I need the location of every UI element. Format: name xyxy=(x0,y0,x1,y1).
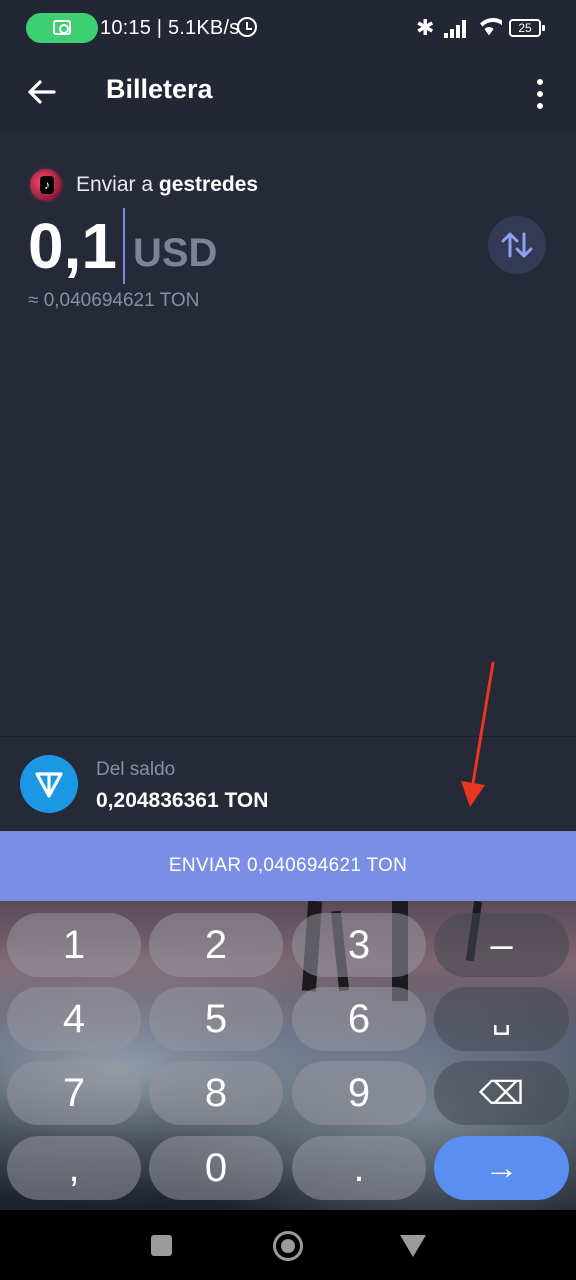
recipient-avatar: ♪ xyxy=(28,167,64,203)
battery-icon: 25 xyxy=(509,19,545,37)
numeric-keyboard: 1 2 3 – 4 5 6 ␣ 7 8 9 ⌫ , 0 . → xyxy=(0,901,576,1210)
recipient-row: ♪ Enviar a gestredes xyxy=(28,167,258,203)
key-0[interactable]: 0 xyxy=(149,1136,283,1200)
tiktok-icon: ♪ xyxy=(40,176,54,194)
key-8[interactable]: 8 xyxy=(149,1061,283,1125)
home-button[interactable] xyxy=(273,1231,303,1261)
key-1[interactable]: 1 xyxy=(7,913,141,977)
app-bar: Billetera xyxy=(0,58,576,130)
key-period[interactable]: . xyxy=(292,1136,426,1200)
system-nav-bar xyxy=(0,1210,576,1280)
screen-record-indicator[interactable] xyxy=(26,13,98,43)
send-panel: ♪ Enviar a gestredes 0,1 USD ≈ 0,0406946… xyxy=(0,130,576,736)
approx-ton-value: ≈ 0,040694621 TON xyxy=(28,290,200,311)
swap-arrows-icon xyxy=(501,232,533,258)
balance-value: 0,204836361 TON xyxy=(96,789,269,812)
status-bar: 10:15 | 5.1KB/s ✱ 25 xyxy=(0,0,576,58)
key-6[interactable]: 6 xyxy=(292,987,426,1051)
text-cursor xyxy=(122,208,125,284)
page-title: Billetera xyxy=(106,74,213,104)
more-menu-icon[interactable] xyxy=(526,74,554,114)
ton-logo-icon xyxy=(20,755,78,813)
back-arrow-icon[interactable] xyxy=(22,72,62,112)
camera-icon xyxy=(53,20,71,35)
amount-value: 0,1 xyxy=(28,210,117,282)
key-7[interactable]: 7 xyxy=(7,1061,141,1125)
recipient-prefix: Enviar a xyxy=(76,173,159,196)
signal-icon xyxy=(444,18,470,38)
key-9[interactable]: 9 xyxy=(292,1061,426,1125)
amount-input[interactable]: 0,1 USD xyxy=(28,208,217,284)
recipient-label: Enviar a gestredes xyxy=(76,173,258,197)
bluetooth-icon: ✱ xyxy=(416,15,435,40)
alarm-icon xyxy=(237,17,257,37)
key-4[interactable]: 4 xyxy=(7,987,141,1051)
status-time-speed: 10:15 | 5.1KB/s xyxy=(100,17,240,39)
key-comma[interactable]: , xyxy=(7,1136,141,1200)
backspace-key[interactable]: ⌫ xyxy=(434,1061,569,1125)
currency-label: USD xyxy=(132,231,218,275)
recipient-name: gestredes xyxy=(158,173,259,196)
recents-button[interactable] xyxy=(151,1235,172,1256)
balance-label: Del saldo xyxy=(96,759,176,780)
key-2[interactable]: 2 xyxy=(149,913,283,977)
key-space[interactable]: ␣ xyxy=(434,987,569,1051)
swap-currency-button[interactable] xyxy=(488,216,546,274)
key-minus[interactable]: – xyxy=(434,913,569,977)
key-3[interactable]: 3 xyxy=(292,913,426,977)
back-button[interactable] xyxy=(400,1235,426,1257)
balance-source-row[interactable]: Del saldo 0,204836361 TON xyxy=(0,736,576,831)
key-5[interactable]: 5 xyxy=(149,987,283,1051)
enter-key[interactable]: → xyxy=(434,1136,569,1200)
wifi-icon xyxy=(476,16,502,38)
send-button[interactable]: ENVIAR 0,040694621 TON xyxy=(0,831,576,901)
